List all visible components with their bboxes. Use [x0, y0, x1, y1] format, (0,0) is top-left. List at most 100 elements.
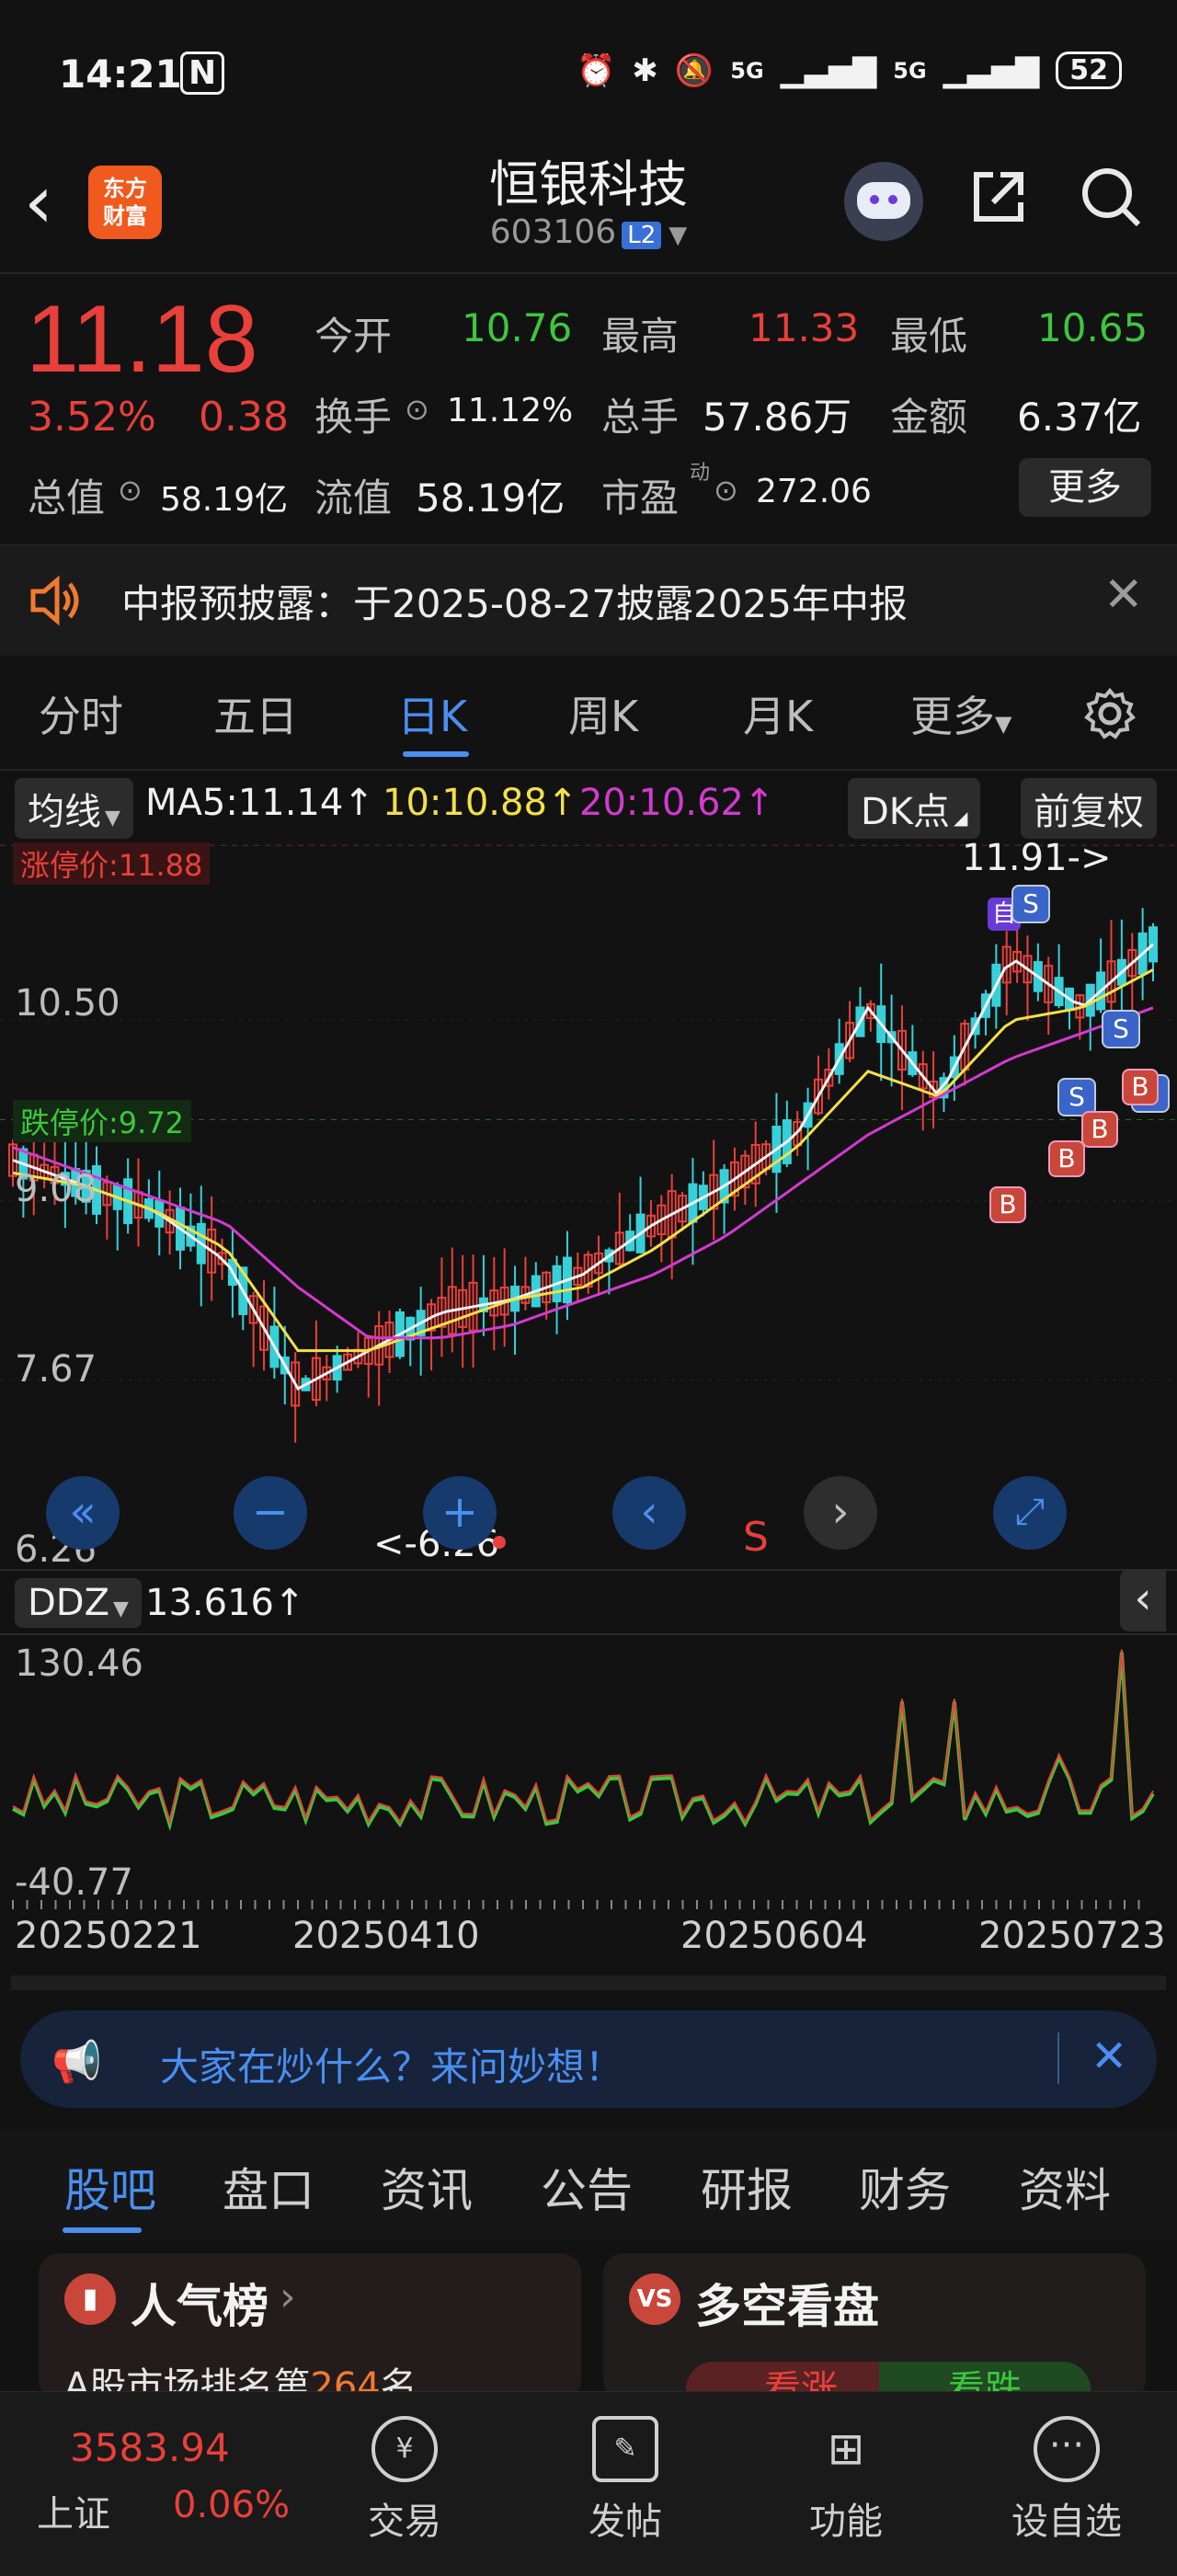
- alarm-icon: ⏰: [577, 52, 616, 89]
- index-percent[interactable]: 0.06%: [173, 2484, 290, 2526]
- tab-more[interactable]: 更多▼: [910, 683, 1011, 744]
- signal-5g-icon: 5G: [730, 57, 764, 84]
- trade-button[interactable]: ¥ 交易: [322, 2392, 487, 2545]
- y-label: 7.67: [15, 1348, 97, 1391]
- prev-icon[interactable]: ‹: [612, 1476, 686, 1550]
- ma-line-10: [12, 968, 1154, 1353]
- next-icon[interactable]: ›: [804, 1476, 877, 1550]
- amount-label: 金额: [890, 395, 968, 440]
- tab-five-day[interactable]: 五日: [213, 683, 298, 744]
- notice-bar[interactable]: 中报预披露：于2025-08-27披露2025年中报 ✕: [0, 544, 1177, 656]
- settings-gear-icon[interactable]: [1083, 687, 1137, 740]
- low-label: 最低: [890, 314, 968, 359]
- vs-icon: VS: [629, 2273, 680, 2325]
- change-amount: 0.38: [199, 394, 289, 441]
- tab-monthly-k[interactable]: 月K: [743, 683, 813, 744]
- rewind-icon[interactable]: «: [46, 1476, 120, 1550]
- signal-bars-icon: ▁▃▅▇: [780, 52, 877, 89]
- tab-profile[interactable]: 资料: [1019, 2154, 1111, 2220]
- index-value[interactable]: 3583.94: [70, 2425, 230, 2470]
- adjust-select[interactable]: 前复权: [1021, 778, 1157, 839]
- zoom-in-icon[interactable]: +: [423, 1476, 497, 1550]
- corner-caret-icon: ◢: [954, 807, 968, 829]
- yen-icon: ¥: [371, 2416, 438, 2482]
- ddz-bottom-label: -40.77: [15, 1861, 133, 1904]
- nfc-icon: N: [180, 52, 225, 95]
- ddz-chart[interactable]: [0, 1633, 1177, 1909]
- pe-value: 272.06: [756, 473, 872, 510]
- divider: [0, 272, 1177, 274]
- max-price-marker: 11.91->: [962, 837, 1112, 879]
- robot-eye-icon: [870, 195, 879, 204]
- buy-badge[interactable]: B: [1122, 1069, 1159, 1105]
- search-icon[interactable]: [1078, 164, 1144, 230]
- tab-handicap[interactable]: 盘口: [223, 2154, 314, 2220]
- info-icon: ⊙: [118, 473, 143, 508]
- tab-guba[interactable]: 股吧: [64, 2154, 156, 2220]
- open-value: 10.76: [462, 305, 573, 350]
- robot-face-icon: [857, 182, 910, 219]
- y-label: 10.50: [15, 982, 120, 1025]
- index-name[interactable]: 上证: [37, 2484, 110, 2537]
- divider: [1057, 2032, 1059, 2084]
- min-dot-icon: [493, 1536, 506, 1549]
- popular-title: 人气榜: [131, 2280, 269, 2333]
- close-icon[interactable]: ✕: [1103, 567, 1144, 623]
- function-button[interactable]: ⊞ 功能: [763, 2392, 929, 2545]
- sell-badge[interactable]: S: [1011, 885, 1050, 923]
- ask-text: 大家在炒什么？来问妙想！: [160, 2044, 624, 2089]
- high-label: 最高: [601, 314, 680, 359]
- buy-badge[interactable]: B: [989, 1186, 1026, 1223]
- close-icon[interactable]: ✕: [1091, 2031, 1127, 2082]
- tab-finance[interactable]: 财务: [859, 2154, 951, 2220]
- float-value: 58.19亿: [416, 475, 566, 521]
- indicator-select[interactable]: 均线 ▼: [15, 778, 133, 839]
- more-button[interactable]: 更多: [1019, 458, 1151, 517]
- tab-daily-k[interactable]: 日K: [397, 683, 467, 744]
- bull-bear-card[interactable]: VS 多空看盘 看涨 看跌: [603, 2253, 1146, 2417]
- ma5-value: MA5:11.14↑: [145, 782, 374, 824]
- stock-code: 603106: [489, 213, 617, 251]
- date-label: 20250604: [680, 1915, 868, 1957]
- open-label: 今开: [314, 314, 393, 359]
- change-percent: 3.52%: [28, 394, 156, 441]
- period-tabs: 分时 五日 日K 周K 月K 更多▼: [0, 658, 1177, 768]
- ask-banner[interactable]: 📢 大家在炒什么？来问妙想！ ✕: [20, 2010, 1157, 2108]
- popular-card[interactable]: ▮ 人气榜 › A股市场排名第264名: [39, 2253, 581, 2408]
- limit-up-label: 涨停价:11.88: [13, 842, 211, 885]
- buy-badge[interactable]: B: [1048, 1140, 1085, 1177]
- caret-down-icon: ▼: [668, 222, 688, 249]
- volume-label: 总手: [601, 395, 680, 440]
- share-icon[interactable]: [967, 166, 1030, 228]
- status-icons: ⏰ ✱ 🔕 5G ▁▃▅▇ 5G ▁▃▅▇ 52: [577, 52, 1122, 89]
- add-watchlist-button[interactable]: ··· 设自选: [984, 2392, 1149, 2545]
- tab-intraday[interactable]: 分时: [39, 683, 123, 744]
- date-label: 20250723: [978, 1915, 1166, 1957]
- ai-assistant-icon[interactable]: [844, 162, 923, 241]
- dk-point-select[interactable]: DK点 ◢: [848, 778, 981, 839]
- sell-badge[interactable]: S: [1102, 1010, 1140, 1048]
- post-button[interactable]: ✎ 发帖: [543, 2392, 708, 2545]
- tab-news[interactable]: 资讯: [381, 2154, 473, 2220]
- ddz-select[interactable]: DDZ ▼: [15, 1578, 142, 1628]
- timeline-scrollbar[interactable]: [11, 1975, 1166, 1990]
- float-label: 流值: [314, 475, 393, 521]
- high-value: 11.33: [748, 305, 860, 350]
- tab-research[interactable]: 研报: [701, 2154, 793, 2220]
- tab-weekly-k[interactable]: 周K: [568, 683, 638, 744]
- speaker-icon: [29, 575, 85, 626]
- tab-more-label: 更多: [910, 692, 995, 741]
- section-tabs: 股吧 盘口 资讯 公告 研报 财务 资料: [0, 2130, 1177, 2240]
- buy-badge[interactable]: B: [1081, 1111, 1118, 1148]
- fullscreen-icon[interactable]: ⤢: [993, 1476, 1067, 1550]
- pe-superscript: 动: [690, 462, 711, 485]
- ddz-svg: [12, 1649, 1155, 1909]
- tab-announcement[interactable]: 公告: [541, 2154, 633, 2220]
- zoom-out-icon[interactable]: −: [234, 1476, 307, 1550]
- chart-bars-icon: ▮: [64, 2273, 116, 2325]
- collapse-icon[interactable]: ‹: [1120, 1569, 1166, 1631]
- watchlist-label: 设自选: [1011, 2501, 1122, 2543]
- caret-down-icon: ▼: [113, 1597, 129, 1620]
- indicator-select-label: 均线: [28, 791, 101, 833]
- signal-bars-icon-2: ▁▃▅▇: [943, 52, 1040, 89]
